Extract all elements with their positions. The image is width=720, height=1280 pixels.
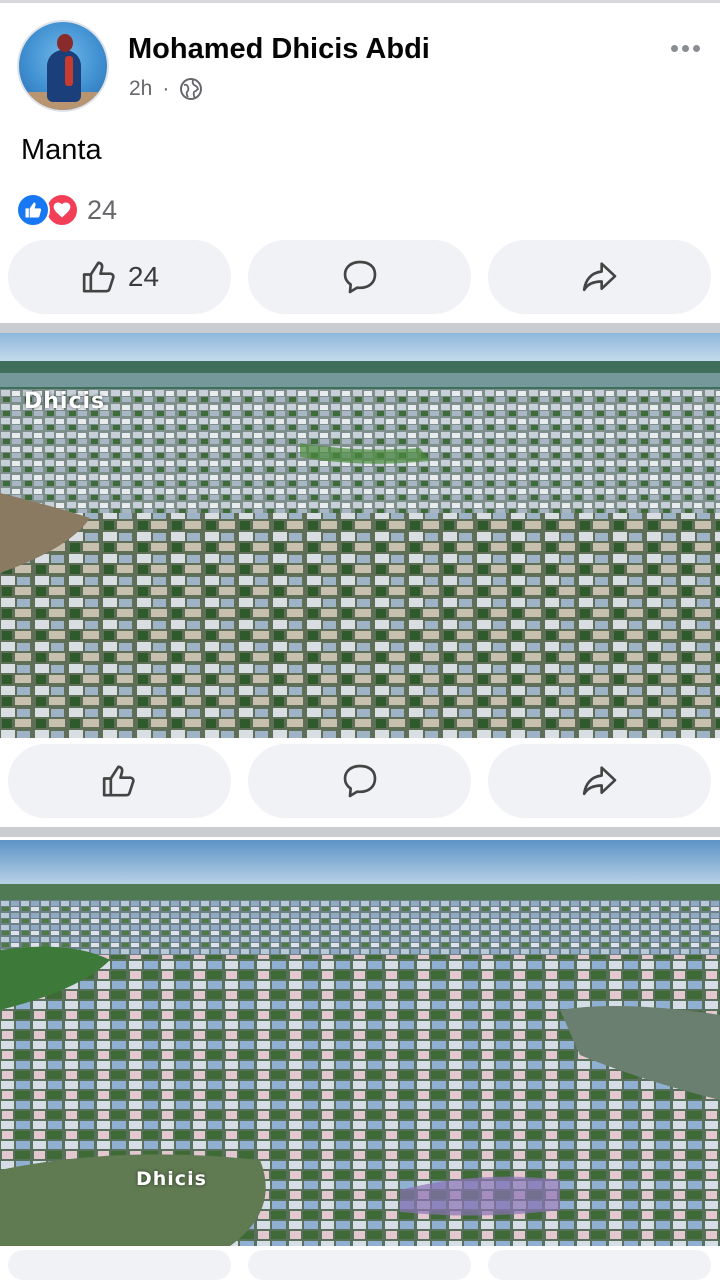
share-icon [582,766,616,796]
next-share-button[interactable] [488,1250,711,1280]
more-options-icon[interactable] [660,33,710,63]
photo-action-bar [0,744,720,820]
like-count: 24 [127,261,160,292]
comment-button[interactable] [248,240,471,314]
photo-like-button[interactable] [8,744,231,818]
post-meta: 2h · [129,77,203,101]
post-action-bar: 24 [0,240,720,316]
reaction-count: 24 [87,194,118,225]
thumbs-up-icon [102,765,135,797]
post-time[interactable]: 2h [129,77,152,101]
globe-icon [180,78,203,100]
avatar[interactable] [17,20,109,112]
post-header: Mohamed Dhicis Abdi 2h · [0,3,720,123]
share-icon [582,262,616,292]
comment-icon [343,764,376,798]
like-reaction-icon [16,193,50,227]
like-button[interactable]: 24 [8,240,231,314]
meta-separator: · [162,77,170,100]
aerial-city-image [0,333,720,738]
aerial-flood-image [0,840,720,1246]
next-comment-button[interactable] [248,1250,471,1280]
post-text: Manta [21,134,102,166]
aerial-photo-2[interactable]: Dhicis [0,840,720,1246]
photo-share-button[interactable] [488,744,711,818]
photo-watermark: Dhicis [136,1168,207,1190]
photo-watermark: Dhicis [24,389,106,414]
next-like-button[interactable] [8,1250,231,1280]
comment-icon [343,260,376,294]
reaction-summary[interactable]: 24 [16,190,117,230]
aerial-photo-1[interactable]: Dhicis [0,333,720,738]
section-divider [0,323,720,333]
next-action-bar [0,1250,720,1280]
love-reaction-icon [45,193,79,227]
photo-comment-button[interactable] [248,744,471,818]
section-divider [0,827,720,837]
author-name[interactable]: Mohamed Dhicis Abdi [128,33,430,66]
thumbs-up-icon [82,261,115,293]
share-button[interactable] [488,240,711,314]
